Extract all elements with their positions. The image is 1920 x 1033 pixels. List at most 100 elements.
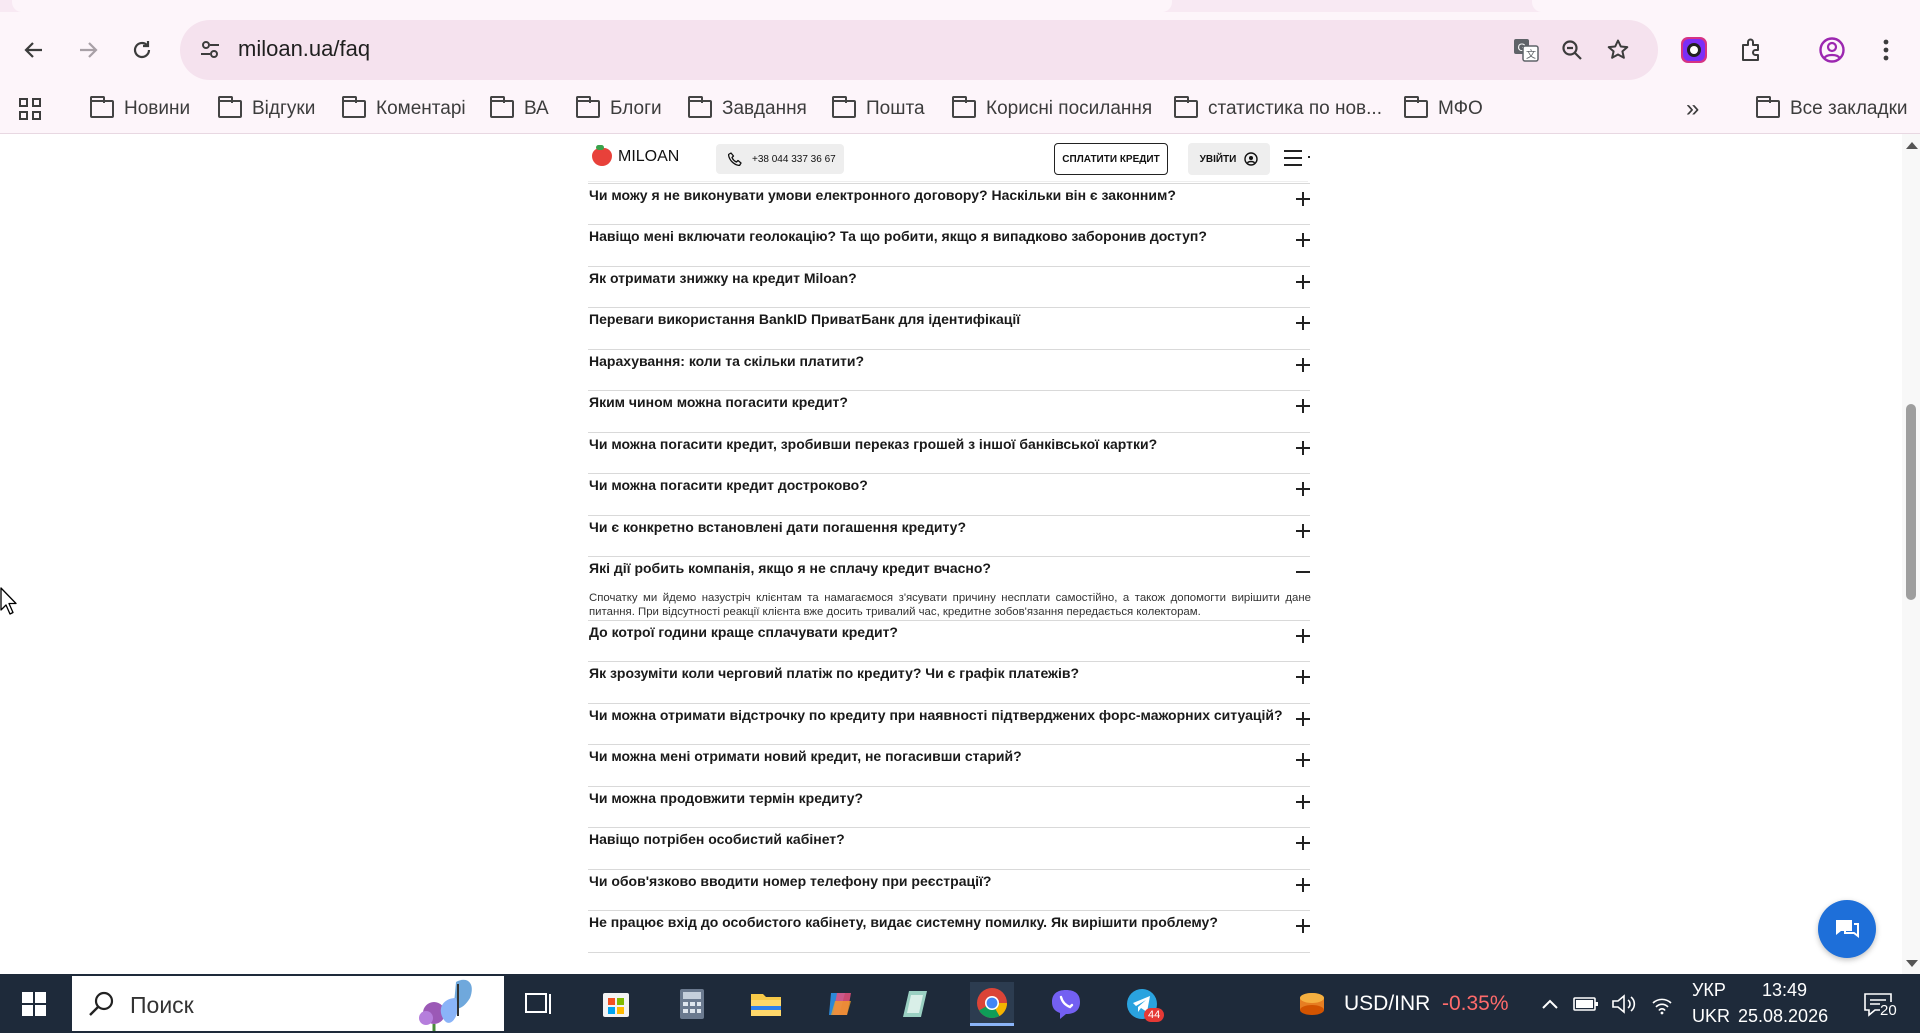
faq-item[interactable]: Як зрозуміти коли черговий платіж по кре… [588,662,1310,704]
chat-widget-button[interactable] [1818,900,1876,958]
bookmark-folder[interactable]: Блоги [576,94,662,124]
bookmark-folder[interactable]: статистика по нов... [1174,94,1382,124]
ticker-change[interactable]: -0.35% [1442,992,1509,1016]
volume-icon[interactable] [1604,982,1644,1026]
faq-item[interactable]: До котрої години краще сплачувати кредит… [588,621,1310,662]
faq-question[interactable]: До котрої години краще сплачувати кредит… [589,624,898,640]
plus-icon[interactable] [1296,628,1310,643]
faq-question[interactable]: Чи є конкретно встановлені дати погашенн… [589,519,966,535]
plus-icon[interactable] [1296,191,1310,206]
copilot-icon[interactable] [818,982,862,1026]
faq-question[interactable]: Яким чином можна погасити кредит? [589,394,848,410]
task-view-icon[interactable] [516,982,560,1026]
faq-question[interactable]: Чи обов'язково вводити номер телефону пр… [589,873,991,889]
more-bookmarks-button[interactable]: » [1686,94,1699,124]
bookmark-folder[interactable]: Завдання [688,94,807,124]
profile-avatar-icon[interactable] [1814,32,1850,68]
pay-credit-button[interactable]: СПЛАТИТИ КРЕДИТ [1054,143,1168,175]
active-tab[interactable] [12,0,1172,12]
plus-icon[interactable] [1296,670,1310,684]
plus-icon[interactable] [1296,836,1310,850]
apps-grid-icon[interactable] [18,94,42,124]
faq-item[interactable]: Переваги використання BankID ПриватБанк … [588,308,1310,350]
plus-icon[interactable] [1296,399,1310,413]
bookmark-folder[interactable]: Новини [90,94,190,124]
scroll-down-icon[interactable] [1906,960,1918,967]
notes-app-icon[interactable] [894,982,938,1026]
wifi-icon[interactable] [1642,982,1682,1026]
extensions-puzzle-icon[interactable] [1734,32,1770,68]
bookmark-folder[interactable]: Корисні посилання [952,94,1152,124]
plus-icon[interactable] [1296,919,1310,933]
hamburger-menu-icon[interactable] [1284,150,1302,166]
forward-button[interactable] [70,32,106,68]
faq-question[interactable]: Навіщо мені включати геолокацію? Та що р… [589,228,1207,244]
faq-question[interactable]: Як зрозуміти коли черговий платіж по кре… [589,665,1079,681]
notifications-icon[interactable]: 20 [1852,982,1904,1026]
clock-time[interactable]: 13:49 [1762,980,1807,1001]
faq-item[interactable]: Як отримати знижку на кредит Miloan? [588,267,1310,308]
scrollbar-thumb[interactable] [1906,404,1916,600]
file-explorer-icon[interactable] [744,982,788,1026]
page-scrollbar[interactable] [1902,134,1920,974]
faq-item[interactable]: Навіщо мені включати геолокацію? Та що р… [588,225,1310,267]
all-bookmarks-folder[interactable]: Все закладки [1756,94,1908,124]
faq-item[interactable]: Нарахування: коли та скільки платити? [588,350,1310,391]
plus-icon[interactable] [1296,316,1310,330]
plus-icon[interactable] [1296,233,1310,247]
chrome-taskbar-icon[interactable] [970,982,1014,1026]
viber-icon[interactable] [1044,982,1088,1026]
faq-question[interactable]: Чи можна погасити кредит достроково? [589,477,868,493]
faq-question[interactable]: Які дії робить компанія, якщо я не сплач… [589,560,991,576]
telegram-icon[interactable]: 44 [1120,982,1165,1026]
faq-item[interactable]: Навіщо потрібен особистий кабінет? [588,828,1310,870]
plus-icon[interactable] [1296,482,1310,496]
faq-item[interactable]: Не працює вхід до особистого кабінету, в… [588,911,1310,953]
zoom-icon[interactable] [1556,34,1588,66]
plus-icon[interactable] [1296,357,1310,372]
site-info-icon[interactable] [194,34,226,66]
address-bar[interactable]: miloan.ua/faq G文 [180,20,1658,80]
plus-icon[interactable] [1296,274,1310,289]
plus-icon[interactable] [1296,523,1310,538]
faq-item[interactable]: Чи можу я не виконувати умови електронно… [588,184,1310,225]
faq-question[interactable]: Переваги використання BankID ПриватБанк … [589,311,1020,327]
faq-question[interactable]: Нарахування: коли та скільки платити? [589,353,864,369]
language-top[interactable]: УКР [1692,980,1726,1001]
login-button[interactable]: УВІЙТИ [1188,143,1270,175]
browser-menu-icon[interactable] [1868,32,1904,68]
phone-button[interactable]: +38 044 337 36 67 [716,144,844,174]
faq-question[interactable]: Чи можу я не виконувати умови електронно… [589,187,1176,203]
faq-item[interactable]: Чи можна погасити кредит достроково? [588,474,1310,516]
bookmark-folder[interactable]: Коментарі [342,94,466,124]
translate-icon[interactable]: G文 [1510,34,1542,66]
url-text[interactable]: miloan.ua/faq [238,36,370,62]
faq-item[interactable]: Чи можна отримати відстрочку по кредиту … [588,704,1310,745]
faq-question[interactable]: Чи можна отримати відстрочку по кредиту … [589,707,1283,723]
bookmark-star-icon[interactable] [1602,34,1634,66]
color-extension-icon[interactable] [1676,32,1712,68]
bookmark-folder[interactable]: МФО [1404,94,1483,124]
faq-item-expanded[interactable]: Які дії робить компанія, якщо я не сплач… [588,557,1311,621]
faq-item[interactable]: Яким чином можна погасити кредит? [588,391,1310,433]
faq-item[interactable]: Чи є конкретно встановлені дати погашенн… [588,516,1310,557]
faq-item[interactable]: Чи можна погасити кредит, зробивши перек… [588,433,1310,474]
bookmark-folder[interactable]: Відгуки [218,94,315,124]
calculator-icon[interactable] [670,982,714,1026]
plus-icon[interactable] [1296,440,1310,455]
faq-question[interactable]: Не працює вхід до особистого кабінету, в… [589,914,1218,930]
minus-icon[interactable] [1296,565,1310,579]
windows-start-icon[interactable] [22,992,46,1016]
ticker-coins-icon[interactable] [1290,982,1334,1026]
plus-icon[interactable] [1296,753,1310,767]
faq-question[interactable]: Чи можна продовжити термін кредиту? [589,790,863,806]
site-logo[interactable]: MILOAN [592,145,679,166]
bookmark-folder[interactable]: Пошта [832,94,925,124]
faq-question[interactable]: Чи можна мені отримати новий кредит, не … [589,748,1022,764]
bookmark-folder[interactable]: ВА [490,94,549,124]
faq-question[interactable]: Навіщо потрібен особистий кабінет? [589,831,845,847]
plus-icon[interactable] [1296,711,1310,726]
ticker-symbol[interactable]: USD/INR [1344,992,1430,1016]
plus-icon[interactable] [1296,794,1310,809]
faq-item[interactable]: Чи обов'язково вводити номер телефону пр… [588,870,1310,911]
